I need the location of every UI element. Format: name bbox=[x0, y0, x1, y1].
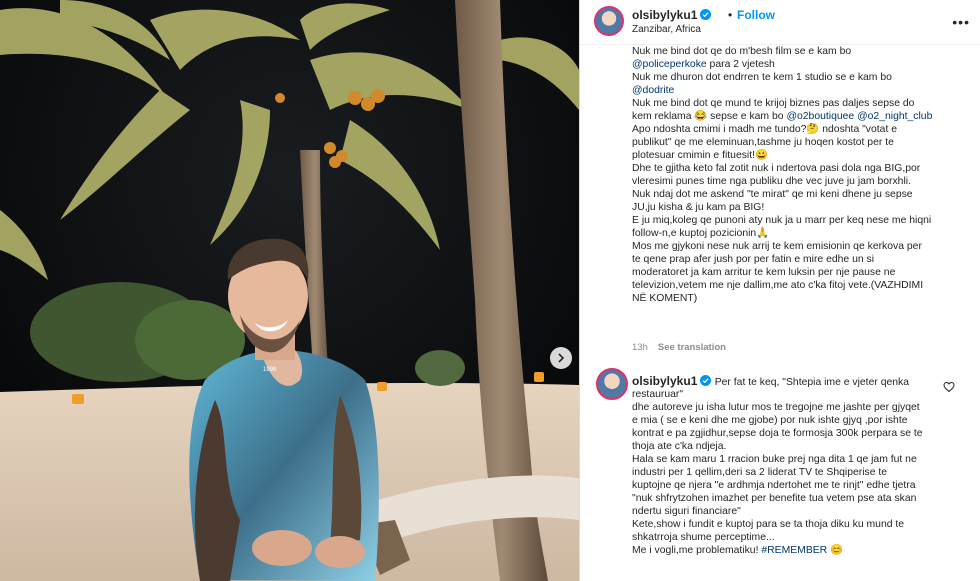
text-segment: E ju miq,koleg qe punoni aty nuk ja u ma… bbox=[632, 215, 932, 226]
text-segment: ndertu siguri financiare" bbox=[632, 506, 741, 517]
text-line: Mos me gjykoni nese nuk arrij te kem emi… bbox=[632, 240, 967, 253]
text-segment: Nuk me dhuron dot endrren te kem 1 studi… bbox=[632, 72, 892, 83]
text-segment: moderatoret ja kam arritur te kem luksin… bbox=[632, 267, 896, 278]
text-segment: Kete,show i fundit e kuptoj para se ta t… bbox=[632, 519, 905, 530]
comment-username-text: olsibylyku1 bbox=[632, 374, 698, 388]
text-line: @dodrite bbox=[632, 84, 967, 97]
text-line: @policeperkoke para 2 vjetesh bbox=[632, 58, 967, 71]
post-header: olsibylyku1 • Follow Zanzibar, Africa ••… bbox=[580, 0, 980, 45]
post-time: 13h bbox=[632, 342, 648, 353]
text-segment: restauruar" bbox=[632, 389, 684, 400]
text-line: televizion,vetem me nje dallim,me ato c'… bbox=[632, 279, 967, 292]
mention-link[interactable]: @o2_night_club bbox=[857, 111, 932, 122]
text-line: "nuk shfrytzohen imazhet per benefite tu… bbox=[632, 492, 962, 505]
comment-body: olsibylyku1 Per fat te keq, "Shtepia ime… bbox=[632, 375, 962, 557]
text-segment: Nuk me bind dot qe mund te krijoj biznes… bbox=[632, 98, 915, 109]
text-segment: plotesuar cmimin e fituesit!😀 bbox=[632, 150, 768, 161]
text-line: shkatrroja shume perceptime... bbox=[632, 531, 962, 544]
post-view: 1998 olsibylyku1 • Follow Zanzibar, Afri… bbox=[0, 0, 980, 581]
text-line: Nuk me bind dot qe do m'besh film se e k… bbox=[632, 45, 967, 58]
text-segment: Apo ndoshta cmimi i madh me tundo?🤔 ndos… bbox=[632, 124, 897, 135]
text-segment: te qene prap afer jush por per fatin e m… bbox=[632, 254, 875, 265]
text-line: plotesuar cmimin e fituesit!😀 bbox=[632, 149, 967, 162]
text-segment: e mia ( se e keni dhe me gjobe) por nuk … bbox=[632, 415, 908, 426]
post-meta: 13h See translation bbox=[632, 342, 726, 353]
text-line: Kete,show i fundit e kuptoj para se ta t… bbox=[632, 518, 962, 531]
username-link[interactable]: olsibylyku1 bbox=[632, 8, 712, 22]
mention-link[interactable]: @policeperkoke bbox=[632, 59, 707, 70]
text-segment: "nuk shfrytzohen imazhet per benefite tu… bbox=[632, 493, 917, 504]
text-segment: kontrat e pa zgjidhur,sepse doja te form… bbox=[632, 428, 923, 439]
see-translation-button[interactable]: See translation bbox=[658, 342, 726, 353]
text-segment: 😊 bbox=[827, 545, 844, 556]
text-line: moderatoret ja kam arritur te kem luksin… bbox=[632, 266, 967, 279]
text-line: NË KOMENT) bbox=[632, 292, 967, 305]
text-segment: follow-n,e kuptoj pozicionin🙏 bbox=[632, 228, 770, 239]
text-line: kuptojne qe njera "e ardhmja ndertohet m… bbox=[632, 479, 962, 492]
verified-badge-icon bbox=[700, 9, 712, 20]
text-line: Dhe te gjitha keto fal zotit nuk i ndert… bbox=[632, 162, 967, 175]
text-line: te qene prap afer jush por per fatin e m… bbox=[632, 253, 967, 266]
avatar[interactable] bbox=[594, 6, 624, 36]
text-segment: kuptojne qe njera "e ardhmja ndertohet m… bbox=[632, 480, 916, 491]
text-line: ndertu siguri financiare" bbox=[632, 505, 962, 518]
text-segment: industri per 1 qellim,deri sa 2 liderat … bbox=[632, 467, 888, 478]
text-segment: publikut" qe me eleminuan,tashme ju hoqe… bbox=[632, 137, 894, 148]
text-line: e mia ( se e keni dhe me gjobe) por nuk … bbox=[632, 414, 962, 427]
text-segment: televizion,vetem me nje dallim,me ato c'… bbox=[632, 280, 924, 291]
mention-link[interactable]: @dodrite bbox=[632, 85, 674, 96]
mention-link[interactable]: @o2boutiquee bbox=[786, 111, 854, 122]
separator-dot: • bbox=[728, 8, 733, 22]
text-line: thoja ate c'ka ndjeja. bbox=[632, 440, 962, 453]
heart-icon[interactable] bbox=[943, 381, 955, 393]
text-line: kontrat e pa zgjidhur,sepse doja te form… bbox=[632, 427, 962, 440]
comment-avatar[interactable] bbox=[596, 368, 628, 400]
text-line: JU,ju kisha & ju kam pa BIG! bbox=[632, 201, 967, 214]
text-line: restauruar" bbox=[632, 388, 962, 401]
text-line: vleresimi punes time nga publiku dhe vec… bbox=[632, 175, 967, 188]
text-segment: NË KOMENT) bbox=[632, 293, 698, 304]
post-photo[interactable]: 1998 bbox=[0, 0, 579, 581]
next-image-button[interactable] bbox=[550, 347, 572, 369]
text-line: kem reklama 😂 sepse e kam bo @o2boutique… bbox=[632, 110, 967, 123]
text-segment: Nuk me bind dot qe do m'besh film se e k… bbox=[632, 46, 852, 57]
post-caption: Nuk me bind dot qe do m'besh film se e k… bbox=[632, 45, 967, 305]
text-segment: Dhe te gjitha keto fal zotit nuk i ndert… bbox=[632, 163, 921, 174]
verified-badge-icon bbox=[700, 375, 712, 386]
hashtag-link[interactable]: #REMEMBER bbox=[761, 545, 827, 556]
text-line: Nuk me dhuron dot endrren te kem 1 studi… bbox=[632, 71, 967, 84]
text-line: publikut" qe me eleminuan,tashme ju hoqe… bbox=[632, 136, 967, 149]
text-segment: Nuk ndaj dot me askend "te mirat" qe mi … bbox=[632, 189, 913, 200]
text-segment: Me i vogli,me problematiku! bbox=[632, 545, 762, 556]
text-line: industri per 1 qellim,deri sa 2 liderat … bbox=[632, 466, 962, 479]
text-line: follow-n,e kuptoj pozicionin🙏 bbox=[632, 227, 967, 240]
post-details-panel: olsibylyku1 • Follow Zanzibar, Africa ••… bbox=[579, 0, 980, 581]
text-line: Hala se kam maru 1 rracion buke prej nga… bbox=[632, 453, 962, 466]
text-line: Apo ndoshta cmimi i madh me tundo?🤔 ndos… bbox=[632, 123, 967, 136]
username-text: olsibylyku1 bbox=[632, 8, 698, 22]
text-line: Me i vogli,me problematiku! #REMEMBER 😊 bbox=[632, 544, 962, 557]
text-segment: vleresimi punes time nga publiku dhe vec… bbox=[632, 176, 911, 187]
text-segment: thoja ate c'ka ndjeja. bbox=[632, 441, 727, 452]
photo-illustration: 1998 bbox=[0, 0, 579, 581]
text-line: E ju miq,koleg qe punoni aty nuk ja u ma… bbox=[632, 214, 967, 227]
text-line: Nuk ndaj dot me askend "te mirat" qe mi … bbox=[632, 188, 967, 201]
text-line: Nuk me bind dot qe mund te krijoj biznes… bbox=[632, 97, 967, 110]
more-options-icon[interactable]: ••• bbox=[952, 14, 970, 30]
location-link[interactable]: Zanzibar, Africa bbox=[632, 24, 701, 35]
text-segment: dhe autoreve ju isha lutur mos te tregoj… bbox=[632, 402, 920, 413]
text-segment: Per fat te keq, "Shtepia ime e vjeter qe… bbox=[714, 377, 910, 388]
text-segment: para 2 vjetesh bbox=[706, 59, 775, 70]
text-line: dhe autoreve ju isha lutur mos te tregoj… bbox=[632, 401, 962, 414]
text-segment: Hala se kam maru 1 rracion buke prej nga… bbox=[632, 454, 917, 465]
text-segment: JU,ju kisha & ju kam pa BIG! bbox=[632, 202, 765, 213]
text-line: olsibylyku1 Per fat te keq, "Shtepia ime… bbox=[632, 374, 962, 389]
shirt-print: 1998 bbox=[263, 367, 277, 373]
follow-button[interactable]: Follow bbox=[737, 8, 775, 22]
text-segment: shkatrroja shume perceptime... bbox=[632, 532, 775, 543]
text-segment: Mos me gjykoni nese nuk arrij te kem emi… bbox=[632, 241, 922, 252]
next-arrow-icon bbox=[558, 353, 565, 363]
text-segment: kem reklama 😂 sepse e kam bo bbox=[632, 111, 787, 122]
comment-username-link[interactable]: olsibylyku1 bbox=[632, 374, 715, 388]
